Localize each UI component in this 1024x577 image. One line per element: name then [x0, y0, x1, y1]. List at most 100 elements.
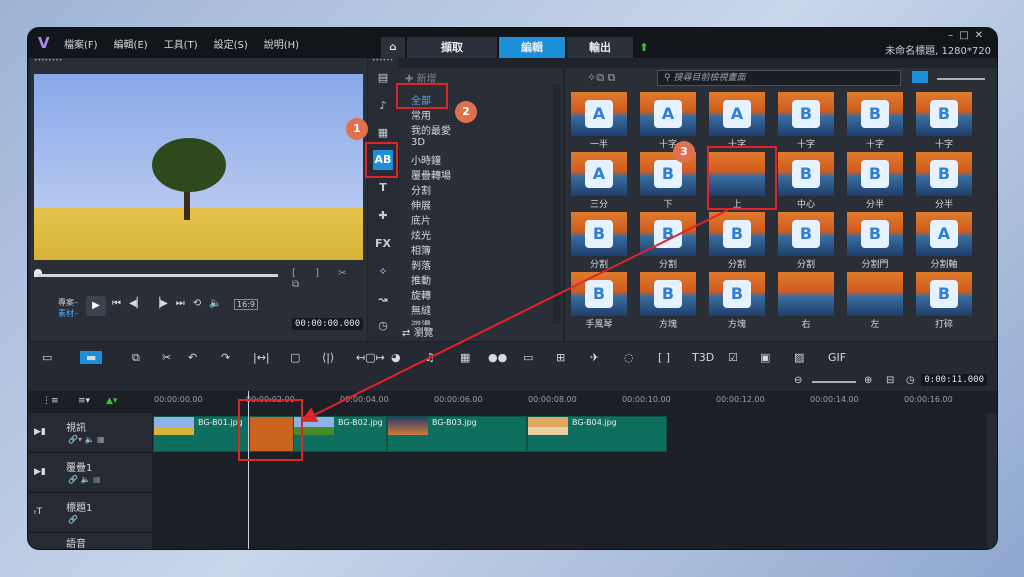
category-album[interactable]: 相簿 — [411, 242, 431, 257]
category-peel[interactable]: 剝落 — [411, 257, 431, 272]
add-favorite-icon[interactable]: ✧⧉ ⧉ — [587, 71, 615, 85]
track-link-icon[interactable]: 🔗 — [68, 515, 78, 524]
title-track-header[interactable]: ₜT 標題1 🔗 — [28, 493, 152, 533]
tab-capture[interactable]: 擷取 — [407, 37, 497, 58]
next-frame-icon[interactable]: ▕▶ — [152, 298, 167, 309]
category-flare[interactable]: 炫光 — [411, 227, 431, 242]
end-skip-icon[interactable]: ⏭ — [176, 298, 185, 309]
timeline-ruler[interactable]: ⋮≡ ≡▾ ▲▾ 00:00:00.00 00:00:02.00 00:00:0… — [28, 391, 997, 413]
instant-project-icon[interactable]: ▦ — [373, 123, 393, 143]
transition-thumb[interactable]: B — [709, 212, 765, 256]
mask-icon[interactable]: ●● — [488, 351, 507, 364]
magic-wand-icon[interactable]: ✧ — [373, 262, 393, 282]
repeat-icon[interactable]: ⟲ — [193, 298, 201, 309]
transition-thumb[interactable] — [847, 272, 903, 316]
overlay-track-header[interactable]: ▶▮ 覆疊1 🔗 🔈 ▦ — [28, 453, 152, 493]
category-rotate[interactable]: 旋轉 — [411, 287, 431, 302]
transition-thumb[interactable]: B — [847, 212, 903, 256]
browse-button[interactable]: ⇄ 瀏覽 — [402, 324, 434, 339]
transition-thumb[interactable]: B — [571, 212, 627, 256]
home-icon[interactable]: ⌂ — [381, 37, 405, 58]
category-scrollbar[interactable] — [553, 84, 561, 324]
category-favorites[interactable]: 我的最愛 — [411, 122, 451, 137]
category-clock[interactable]: 小時鐘 — [411, 152, 441, 167]
trim-markers[interactable]: [ ] ✂ ⧉ — [292, 268, 367, 290]
zoom-slider[interactable] — [812, 381, 856, 383]
transition-thumb[interactable]: A — [640, 92, 696, 136]
motion-icon[interactable]: ✈ — [590, 351, 599, 364]
chapter-icon[interactable]: ≡▾ — [78, 396, 90, 406]
category-overlay[interactable]: 覆疊轉場 — [411, 167, 451, 182]
transition-thumb[interactable]: B — [847, 152, 903, 196]
add-marker-icon[interactable]: ▲▾ — [106, 396, 117, 406]
clip-bg-b03[interactable]: BG-B03.jpg — [387, 416, 527, 452]
transition-thumb[interactable]: B — [778, 92, 834, 136]
tab-output[interactable]: 輸出 — [567, 37, 633, 58]
player-timecode[interactable]: 00:00:00.000 — [292, 318, 364, 330]
transition-thumb[interactable]: B — [916, 92, 972, 136]
frame-icon[interactable]: [ ] — [658, 351, 670, 364]
category-common[interactable]: 常用 — [411, 107, 431, 122]
audio-icon[interactable]: ♫ — [425, 351, 435, 364]
timeline-view-icon[interactable]: ▬ — [80, 351, 103, 364]
transition-thumb[interactable]: B — [571, 272, 627, 316]
transition-thumb[interactable]: B — [916, 152, 972, 196]
prev-frame-icon[interactable]: ◀▏ — [129, 298, 144, 309]
transition-thumb[interactable]: B — [847, 92, 903, 136]
clip-bg-b04[interactable]: BG-B04.jpg — [527, 416, 667, 452]
multicam-icon[interactable]: ▦ — [460, 351, 470, 364]
crop-icon[interactable]: ▢ — [290, 351, 300, 364]
music-icon[interactable]: ♪ — [373, 96, 393, 116]
transition-thumb[interactable]: B — [778, 212, 834, 256]
aspect-ratio-select[interactable]: 16:9 — [234, 299, 258, 310]
graphics-icon[interactable]: ✚ — [373, 206, 393, 226]
home-skip-icon[interactable]: ⏮ — [112, 298, 121, 309]
clip-bg-b01[interactable]: BG-B01.jpg — [153, 416, 249, 452]
tab-edit[interactable]: 編輯 — [499, 37, 565, 58]
play-button[interactable]: ▶ — [86, 296, 106, 316]
transition-thumb[interactable]: A — [916, 212, 972, 256]
transition-thumb[interactable]: B — [916, 272, 972, 316]
track-manager-small-icon[interactable]: ⋮≡ — [42, 396, 59, 406]
track-manager-icon[interactable]: ⧉ — [132, 351, 140, 365]
gif-icon[interactable]: GIF — [828, 351, 846, 364]
menu-help[interactable]: 說明(H) — [264, 36, 299, 51]
lasso-icon[interactable]: ◌ — [624, 351, 634, 364]
panel-grip[interactable]: •••••••• — [30, 58, 367, 64]
menu-tools[interactable]: 工具(T) — [164, 36, 198, 51]
video-track-header[interactable]: ▶▮ 視訊 🔗▾ 🔈 ▦ — [28, 413, 152, 453]
3d-title-icon[interactable]: T3D — [692, 351, 714, 364]
mode-clip[interactable]: 素材– — [58, 308, 78, 319]
menu-file[interactable]: 檔案(F) — [64, 36, 98, 51]
zoom-in-icon[interactable]: ⊕ — [864, 375, 872, 386]
checkbox-icon[interactable]: ☑ — [728, 351, 738, 364]
category-film[interactable]: 底片 — [411, 212, 431, 227]
transition-thumb[interactable]: B — [709, 272, 765, 316]
category-3d[interactable]: 3D — [411, 137, 425, 148]
zoom-out-icon[interactable]: ⊖ — [794, 375, 802, 386]
fit-icon[interactable]: |↔| — [253, 351, 270, 364]
mode-project[interactable]: 專案– — [58, 297, 78, 308]
transition-thumb[interactable] — [778, 272, 834, 316]
title-icon[interactable]: T — [373, 178, 393, 198]
undo-icon[interactable]: ↶ — [188, 351, 197, 364]
speed-icon[interactable]: ◷ — [373, 316, 393, 336]
scrub-bar[interactable] — [38, 274, 278, 277]
transition-thumb[interactable]: A — [571, 152, 627, 196]
upload-arrow-icon[interactable]: ⬆ — [635, 37, 653, 58]
subtitle-icon[interactable]: ▭ — [523, 351, 533, 364]
category-split[interactable]: 分割 — [411, 182, 431, 197]
panel-grip[interactable]: •••••• — [368, 58, 398, 64]
storyboard-view-icon[interactable]: ▭ — [42, 351, 52, 364]
grid-icon[interactable]: ⊞ — [556, 351, 565, 364]
category-push[interactable]: 推動 — [411, 272, 431, 287]
menu-settings[interactable]: 設定(S) — [214, 36, 248, 51]
transition-thumb[interactable]: A — [709, 92, 765, 136]
transition-thumb[interactable]: B — [640, 272, 696, 316]
play-mode-label[interactable]: 專案– 素材– — [58, 297, 78, 319]
screen-icon[interactable]: ▣ — [760, 351, 770, 364]
split-icon[interactable]: ⟨|⟩ — [322, 351, 334, 364]
window-controls[interactable]: –□✕ — [948, 30, 989, 41]
timeline-timecode[interactable]: 0:00:11.000 — [921, 374, 987, 386]
thumbnail-view-icon[interactable] — [912, 71, 928, 83]
